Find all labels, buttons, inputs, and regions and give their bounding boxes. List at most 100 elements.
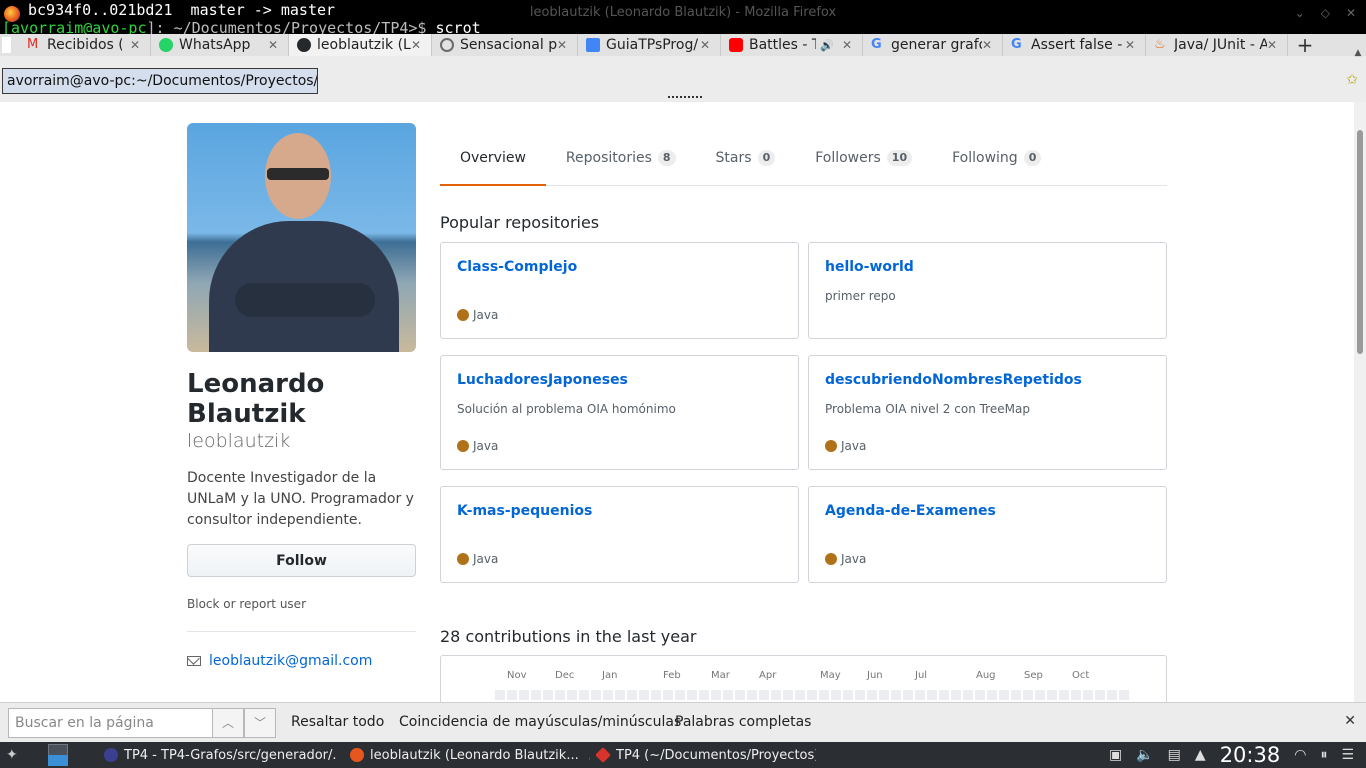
repo-card: hello-world primer repo: [808, 242, 1167, 339]
clock[interactable]: 20:38: [1220, 743, 1281, 767]
speaker-icon[interactable]: 🔊: [820, 39, 834, 52]
repo-language: Java: [825, 552, 866, 566]
tab-whatsapp[interactable]: WhatsApp ✕: [151, 34, 289, 56]
tab-label: leoblautzik (L: [317, 37, 411, 53]
tab-assert[interactable]: G Assert false - ✕: [1003, 34, 1146, 56]
system-tray: ▣ 🔈 ▤ ▲ 20:38 ◠ ⏸ ☰: [1109, 742, 1366, 768]
calendar-day-cell: [747, 690, 757, 700]
minimize-icon[interactable]: ⌄: [1295, 6, 1305, 20]
follow-button[interactable]: Follow: [187, 544, 416, 577]
tab-guiatps[interactable]: GuiaTPsProg/ ✕: [578, 34, 721, 56]
close-window-icon[interactable]: ✕: [1346, 6, 1356, 20]
highlight-all-toggle[interactable]: Resaltar todo: [291, 714, 384, 730]
calendar-month-label: Sep: [1024, 670, 1043, 681]
followers-counter: 10: [886, 150, 913, 166]
profile-full-name: Leonardo Blautzik: [187, 369, 325, 429]
tab-stars[interactable]: Stars 0: [696, 131, 796, 185]
repo-card: LuchadoresJaponeses Solución al problema…: [440, 355, 799, 470]
repo-link[interactable]: K-mas-pequenios: [457, 503, 782, 519]
notes-icon[interactable]: ▤: [1168, 747, 1181, 763]
wifi-icon[interactable]: ◠: [1294, 747, 1306, 763]
calendar-day-cell: [879, 690, 889, 700]
close-find-bar-icon[interactable]: ✕: [1344, 713, 1356, 729]
close-tab-icon[interactable]: ✕: [842, 38, 852, 52]
calendar-day-cell: [855, 690, 865, 700]
contributions-heading: 28 contributions in the last year: [440, 627, 697, 646]
calendar-day-cell: [723, 690, 733, 700]
tab-following[interactable]: Following 0: [932, 131, 1061, 185]
repo-link[interactable]: Agenda-de-Examenes: [825, 503, 1150, 519]
calendar-day-cell: [1071, 690, 1081, 700]
close-tab-icon[interactable]: ✕: [557, 38, 567, 52]
profile-email-row: leoblautzik@gmail.com: [187, 653, 372, 669]
calendar-day-cell: [495, 690, 505, 700]
url-bar[interactable]: avorraim@avo-pc:~/Documentos/Proyectos/T…: [0, 66, 1366, 96]
block-report-link[interactable]: Block or report user: [187, 597, 306, 611]
tab-gmail[interactable]: M Recibidos (2, ✕: [19, 34, 151, 56]
clipboard-icon[interactable]: ▣: [1109, 747, 1122, 763]
tab-github[interactable]: leoblautzik (L ✕: [289, 34, 432, 56]
repo-link[interactable]: LuchadoresJaponeses: [457, 372, 782, 388]
repo-link[interactable]: descubriendoNombresRepetidos: [825, 372, 1150, 388]
tab-repositories[interactable]: Repositories 8: [546, 131, 696, 185]
calendar-day-cell: [771, 690, 781, 700]
whole-words-toggle[interactable]: Palabras completas: [675, 714, 811, 730]
calendar-day-cell: [1011, 690, 1021, 700]
close-tab-icon[interactable]: ✕: [130, 38, 140, 52]
page-scrollbar[interactable]: [1354, 102, 1366, 702]
repo-description: Problema OIA nivel 2 con TreeMap: [825, 402, 1030, 416]
menu-icon[interactable]: ☰: [1341, 747, 1354, 763]
sidebar-divider: [187, 631, 416, 632]
find-input[interactable]: [8, 708, 214, 738]
match-case-toggle[interactable]: Coincidencia de mayúsculas/minúsculas: [399, 714, 681, 730]
gmail-icon: M: [27, 37, 39, 52]
close-tab-icon[interactable]: ✕: [1267, 38, 1277, 52]
close-tab-icon[interactable]: ✕: [1125, 38, 1135, 52]
tab-label: Repositories: [565, 150, 652, 166]
close-tab-icon[interactable]: ✕: [982, 38, 992, 52]
repo-card: K-mas-pequenios Java: [440, 486, 799, 583]
repo-card: Class-Complejo Java: [440, 242, 799, 339]
url-input[interactable]: avorraim@avo-pc:~/Documentos/Proyectos/T…: [2, 68, 318, 94]
calendar-day-cell: [843, 690, 853, 700]
tab-google-search[interactable]: G generar grafo ✕: [863, 34, 1003, 56]
close-tab-icon[interactable]: ✕: [268, 38, 278, 52]
app-launcher-icon[interactable]: ✦: [6, 747, 22, 763]
tab-overview[interactable]: Overview: [440, 131, 546, 186]
calendar-day-cell: [831, 690, 841, 700]
tabs-scroll-icon[interactable]: ▲: [1352, 48, 1364, 62]
new-tab-plus-icon[interactable]: +: [1288, 33, 1322, 57]
tab-junit[interactable]: ♨ Java/ JUnit - A ✕: [1146, 34, 1288, 56]
taskbar-task-firefox[interactable]: leoblautzik (Leonardo Blautzik... 🔊: [350, 744, 590, 766]
repo-link[interactable]: Class-Complejo: [457, 259, 782, 275]
calendar-day-cell: [543, 690, 553, 700]
terminal-cursor: [2, 37, 11, 53]
tab-label: Recibidos (2,: [47, 37, 122, 53]
scrollbar-thumb[interactable]: [1357, 130, 1363, 354]
calendar-day-cell: [1035, 690, 1045, 700]
calendar-month-label: Jul: [915, 670, 928, 681]
bookmark-star-icon[interactable]: ✩: [1346, 72, 1358, 88]
github-icon: [297, 38, 311, 52]
taskbar-task-ide[interactable]: TP4 - TP4-Grafos/src/generador/...: [104, 744, 336, 766]
pause-icon[interactable]: ⏸: [1320, 747, 1327, 763]
tab-label: Assert false -: [1031, 37, 1123, 53]
volume-icon[interactable]: 🔈: [1136, 747, 1153, 763]
tray-expand-icon[interactable]: ▲: [1195, 747, 1206, 763]
close-tab-icon[interactable]: ✕: [700, 38, 710, 52]
taskbar-task-terminal[interactable]: TP4 (~/Documentos/Proyectos): [596, 744, 816, 766]
repo-link[interactable]: hello-world: [825, 259, 1150, 275]
tab-strip: M Recibidos (2, ✕ WhatsApp ✕ leoblautzik…: [0, 33, 1366, 57]
language-dot-icon: [457, 440, 469, 452]
tab-youtube[interactable]: Battles - Th 🔊 ✕: [721, 34, 863, 56]
close-tab-icon[interactable]: ✕: [411, 38, 421, 52]
tab-sensacional[interactable]: Sensacional p ✕: [432, 34, 578, 56]
find-next-icon[interactable]: ﹀: [244, 708, 276, 738]
calendar-day-cell: [591, 690, 601, 700]
profile-email-link[interactable]: leoblautzik@gmail.com: [209, 653, 372, 669]
find-previous-icon[interactable]: ︿: [212, 708, 244, 738]
calendar-day-cell: [687, 690, 697, 700]
restore-icon[interactable]: ◇: [1321, 6, 1330, 20]
tab-followers[interactable]: Followers 10: [795, 131, 932, 185]
calendar-day-cell: [1095, 690, 1105, 700]
